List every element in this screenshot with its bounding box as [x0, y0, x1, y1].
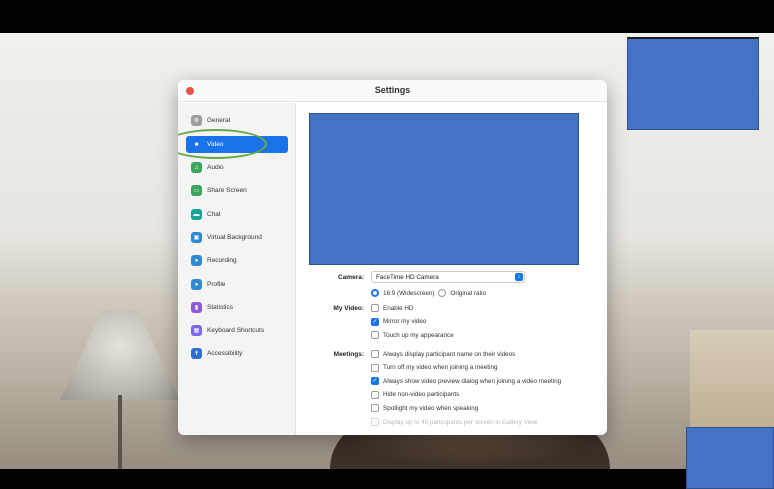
sidebar-item-label: General: [207, 117, 231, 124]
settings-window: Settings ⚙ General ■ Video ♫ Audio ▭ Share Scre…: [178, 80, 607, 435]
my-video-checkbox[interactable]: [371, 304, 379, 312]
keyboard-icon: ▦: [191, 325, 202, 336]
sidebar-item-share-screen[interactable]: ▭ Share Screen: [186, 182, 288, 199]
sidebar-item-label: Keyboard Shortcuts: [207, 327, 265, 334]
sidebar-item-label: Virtual Background: [207, 234, 262, 241]
my-video-option: ✓ Mirror my video: [371, 317, 427, 326]
sidebar-item-chat[interactable]: ▬ Chat: [186, 206, 288, 223]
aspect-ratio-radio-group: 16:9 (Widescreen) Original ratio: [371, 289, 486, 297]
sidebar-item-label: Chat: [207, 211, 221, 218]
top-letterbox-bar: [0, 0, 774, 33]
meetings-label: Meetings:: [333, 351, 364, 358]
meetings-checkbox-label: Display up to 49 participants per screen…: [383, 418, 538, 426]
meetings-option: ✓ Always show video preview dialog when j…: [371, 377, 562, 386]
meetings-option: Display up to 49 participants per screen…: [371, 418, 537, 426]
meetings-option: Spotlight my video when speaking: [371, 404, 479, 413]
camera-label: Camera:: [337, 274, 364, 281]
chevron-updown-icon: ↕: [515, 273, 523, 281]
title-bar: Settings: [178, 80, 607, 102]
my-video-label: My Video:: [333, 305, 364, 312]
meetings-checkbox: [371, 418, 379, 426]
my-video-option: Touch up my appearance: [371, 331, 454, 339]
camera-select-value: FaceTime HD Camera: [376, 273, 439, 281]
record-icon: ●: [191, 255, 202, 266]
sidebar-item-general[interactable]: ⚙ General: [186, 112, 288, 129]
meetings-checkbox[interactable]: [371, 363, 379, 372]
sidebar-item-profile[interactable]: ● Profile: [186, 276, 288, 293]
my-video-checkbox-label: Enable HD: [383, 304, 414, 312]
meetings-checkbox[interactable]: [371, 404, 379, 413]
meetings-checkbox[interactable]: [371, 350, 379, 358]
sidebar-item-keyboard-shortcuts[interactable]: ▦ Keyboard Shortcuts: [186, 322, 288, 339]
meetings-checkbox[interactable]: [371, 390, 379, 399]
sidebar-item-label: Recording: [207, 257, 237, 264]
sidebar-item-label: Accessibility: [207, 350, 243, 357]
meetings-checkbox-label: Always show video preview dialog when jo…: [383, 377, 562, 385]
redaction-box-top-right: [627, 37, 759, 130]
sidebar-item-label: Audio: [207, 164, 224, 171]
person-icon: ●: [191, 279, 202, 290]
my-video-checkbox-label: Touch up my appearance: [383, 331, 454, 339]
sidebar-item-label: Statistics: [207, 304, 234, 311]
window-title: Settings: [374, 85, 411, 95]
meetings-checkbox[interactable]: ✓: [371, 377, 379, 386]
meetings-checkbox-label: Hide non-video participants: [383, 391, 460, 399]
camera-select[interactable]: FaceTime HD Camera ↕: [371, 271, 525, 283]
my-video-option: Enable HD: [371, 304, 413, 312]
radio-original-ratio[interactable]: [438, 289, 447, 297]
accessibility-icon: ✝: [191, 348, 202, 359]
radio-widescreen[interactable]: [371, 289, 379, 297]
sidebar-item-audio[interactable]: ♫ Audio: [186, 159, 288, 176]
sidebar-item-virtual-background[interactable]: ▣ Virtual Background: [186, 229, 288, 246]
redaction-box-bottom-right: [686, 427, 774, 489]
image-icon: ▣: [191, 232, 202, 243]
meetings-checkbox-label: Spotlight my video when speaking: [383, 404, 479, 412]
lamp-pole: [118, 395, 122, 469]
sidebar-item-accessibility[interactable]: ✝ Accessibility: [186, 345, 288, 362]
sidebar-item-statistics[interactable]: ▮ Statistics: [186, 299, 288, 316]
gear-icon: ⚙: [191, 115, 202, 126]
chat-bubble-icon: ▬: [191, 209, 202, 220]
sidebar-item-label: Profile: [207, 281, 226, 288]
radio-widescreen-label: 16:9 (Widescreen): [383, 289, 435, 297]
share-screen-icon: ▭: [191, 185, 202, 196]
sidebar-item-label: Share Screen: [207, 187, 247, 194]
bar-chart-icon: ▮: [191, 302, 202, 313]
meetings-option: Hide non-video participants: [371, 390, 460, 399]
headphones-icon: ♫: [191, 162, 202, 173]
radio-original-ratio-label: Original ratio: [450, 289, 487, 297]
meetings-checkbox-label: Always display participant name on their…: [383, 350, 516, 358]
bottom-letterbox-bar: [0, 469, 774, 489]
meetings-option: Turn off my video when joining a meeting: [371, 363, 498, 372]
sidebar-item-recording[interactable]: ● Recording: [186, 252, 288, 269]
my-video-checkbox[interactable]: [371, 331, 379, 339]
meetings-checkbox-label: Turn off my video when joining a meeting: [383, 364, 498, 372]
my-video-checkbox-label: Mirror my video: [383, 318, 427, 325]
video-preview: [309, 113, 579, 265]
my-video-checkbox[interactable]: ✓: [371, 317, 379, 326]
meetings-option: Always display participant name on their…: [371, 350, 515, 358]
